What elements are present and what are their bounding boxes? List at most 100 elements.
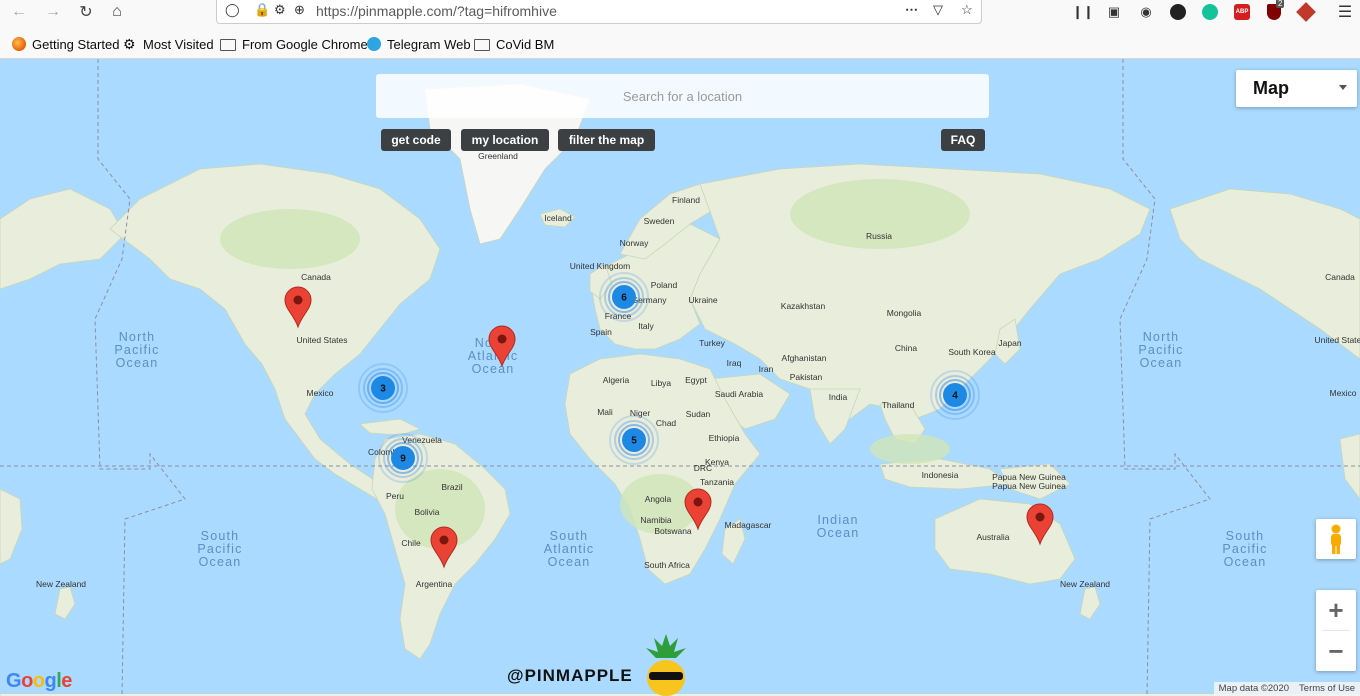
filter-map-button[interactable]: filter the map [558, 129, 655, 151]
ocean-label-indian: Indian Ocean [817, 513, 860, 540]
search-input[interactable] [376, 74, 989, 118]
place-label: Libya [651, 378, 672, 388]
place-label: Bolivia [414, 507, 439, 517]
place-label: China [895, 343, 917, 353]
place-label: Iceland [544, 213, 572, 223]
page-actions-icon[interactable]: ⋯ [905, 2, 918, 18]
forward-icon[interactable]: → [40, 0, 66, 24]
home-icon[interactable]: ⌂ [104, 0, 130, 24]
account-icon[interactable]: ◉ [1135, 2, 1157, 22]
bookmark-getting-started[interactable]: Getting Started [12, 35, 119, 53]
place-label: Peru [386, 491, 404, 501]
street-view-pegman[interactable] [1316, 519, 1356, 559]
faq-button[interactable]: FAQ [941, 129, 985, 151]
bookmark-most-visited[interactable]: ⚙ Most Visited [123, 35, 214, 53]
place-label: Mexico [1330, 388, 1357, 398]
folder-icon [474, 39, 490, 51]
url-text[interactable]: https://pinmapple.com/?tag=hifromhive [316, 3, 557, 19]
terms-of-use-link[interactable]: Terms of Use [1294, 682, 1360, 696]
browser-toolbar: ← → ↻ ⌂ ◯ 🔒 ⚙ ⊕ https://pinmapple.com/?t… [0, 0, 1360, 28]
place-label: Argentina [416, 579, 453, 589]
place-label: Greenland [478, 151, 518, 161]
place-label: Angola [645, 494, 672, 504]
place-label: Botswana [654, 526, 692, 536]
place-label: Saudi Arabia [715, 389, 763, 399]
place-label: Algeria [603, 375, 630, 385]
map-data-label: Map data ©2020 [1213, 682, 1295, 696]
place-label: Mexico [307, 388, 334, 398]
place-label: Finland [672, 195, 700, 205]
bookmark-covid-bm[interactable]: CoVid BM [474, 35, 554, 53]
place-label: Pakistan [790, 372, 823, 382]
place-label: Kenya [705, 457, 729, 467]
map-canvas: NorthPacificOceanNorthAtlanticOceanNorth… [0, 59, 1360, 696]
chevron-down-icon [1339, 85, 1347, 90]
lock-icon[interactable]: 🔒 [254, 2, 270, 18]
place-label: United States [296, 335, 347, 345]
permissions-icon[interactable]: ⚙ [274, 2, 286, 18]
telegram-icon [367, 37, 381, 51]
place-label: South Korea [948, 347, 996, 357]
adblock-icon[interactable]: ABP [1231, 2, 1253, 22]
get-code-button[interactable]: get code [381, 129, 451, 151]
pocket-icon[interactable]: ▽ [933, 2, 943, 18]
cluster-count: 3 [380, 384, 386, 395]
zoom-control: + − [1316, 590, 1356, 671]
place-label: United States [1314, 335, 1360, 345]
my-location-button[interactable]: my location [461, 129, 549, 151]
place-label: Canada [301, 272, 331, 282]
place-label: Chad [656, 418, 677, 428]
place-label: Italy [638, 321, 654, 331]
place-label: United Kingdom [570, 261, 630, 271]
bookmark-telegram-web[interactable]: Telegram Web [367, 35, 471, 53]
map-type-select[interactable]: Map [1236, 70, 1357, 107]
ublock-badge: 2 [1276, 0, 1285, 8]
place-label: Papua New Guinea [992, 481, 1066, 491]
extension-red-icon[interactable] [1295, 2, 1317, 22]
grammarly-icon[interactable] [1199, 2, 1221, 22]
map-type-label: Map [1253, 78, 1289, 98]
extension-icon[interactable] [1167, 2, 1189, 22]
place-label: Sweden [644, 216, 675, 226]
cluster-count: 5 [631, 436, 637, 447]
world-map[interactable]: NorthPacificOceanNorthAtlanticOceanNorth… [0, 59, 1360, 696]
place-label: Mali [597, 407, 613, 417]
ocean-label-north-pacific-right: North Pacific Ocean [1138, 330, 1183, 370]
bookmark-from-google-chrome[interactable]: From Google Chrome [220, 35, 368, 53]
ocean-label-south-pacific-right: South Pacific Ocean [1222, 529, 1267, 569]
place-label: Iraq [727, 358, 742, 368]
zoom-out-button[interactable]: − [1316, 631, 1356, 671]
ublock-icon[interactable]: 2 [1263, 0, 1285, 22]
ocean-label-south-atlantic: South Atlantic Ocean [544, 529, 595, 569]
place-label: Spain [590, 327, 612, 337]
place-label: Poland [651, 280, 678, 290]
reload-icon[interactable]: ↻ [73, 0, 99, 24]
brand-text: @PINMAPPLE [507, 666, 633, 685]
firefox-icon [12, 37, 26, 51]
ocean-label-north-pacific-left: North Pacific Ocean [114, 330, 159, 370]
url-bar[interactable]: ◯ 🔒 ⚙ ⊕ https://pinmapple.com/?tag=hifro… [216, 0, 982, 24]
ocean-label-south-pacific-left: South Pacific Ocean [197, 529, 242, 569]
cluster-count: 4 [952, 391, 958, 402]
map-attribution: Map data ©2020 Terms of Use [1213, 682, 1360, 696]
zoom-in-button[interactable]: + [1316, 590, 1356, 630]
place-label: Japan [998, 338, 1021, 348]
place-label: Iran [759, 364, 774, 374]
place-label: Canada [1325, 272, 1355, 282]
bookmark-star-icon[interactable]: ☆ [961, 2, 973, 18]
place-label: Indonesia [922, 470, 959, 480]
sidebar-icon[interactable]: ▣ [1103, 2, 1125, 22]
place-label: Sudan [686, 409, 711, 419]
cluster-count: 6 [621, 293, 627, 304]
back-icon[interactable]: ← [6, 0, 32, 24]
google-logo[interactable]: Google [6, 670, 72, 693]
shield-icon[interactable]: ◯ [225, 2, 240, 18]
pineapple-logo-icon [646, 634, 686, 696]
place-label: South Africa [644, 560, 690, 570]
folder-icon [220, 39, 236, 51]
library-icon[interactable]: ❙❙ [1072, 2, 1094, 22]
cluster-count: 9 [400, 454, 406, 465]
menu-icon[interactable]: ☰ [1334, 2, 1356, 22]
tracking-icon[interactable]: ⊕ [294, 2, 305, 18]
place-label: Turkey [699, 338, 725, 348]
